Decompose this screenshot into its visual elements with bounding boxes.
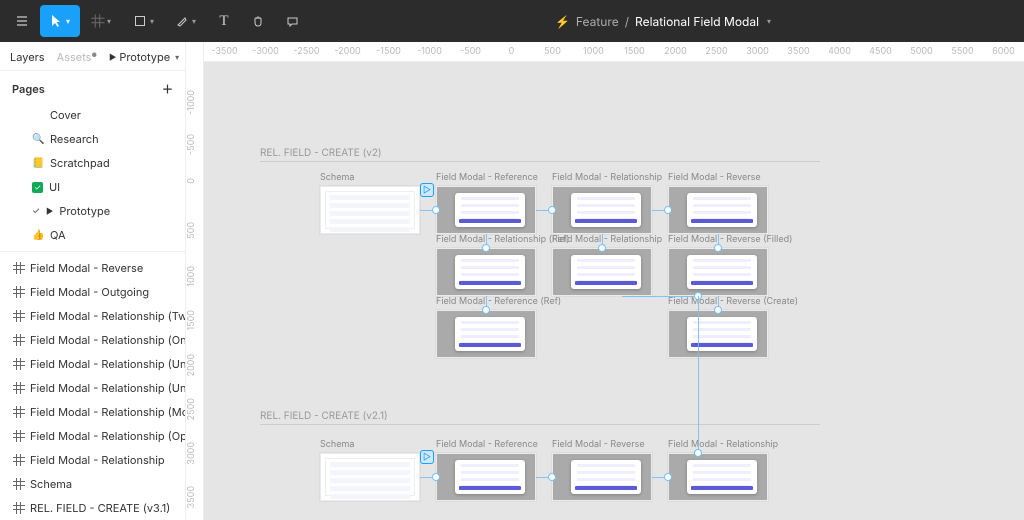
- layer-item[interactable]: REL. FIELD - CREATE (v3.1): [0, 496, 185, 520]
- chevron-down-icon: ▾: [192, 16, 196, 26]
- layer-item[interactable]: Schema: [0, 472, 185, 496]
- pen-tool[interactable]: ▾: [166, 5, 206, 37]
- frame-icon: [14, 335, 24, 345]
- tab-layers[interactable]: Layers: [10, 50, 45, 64]
- frame-label[interactable]: Field Modal - Reverse (Create): [668, 296, 798, 307]
- frame-label[interactable]: Schema: [320, 439, 354, 450]
- frame-icon: [14, 311, 24, 321]
- frame-icon: [14, 287, 24, 297]
- hand-tool[interactable]: [242, 5, 274, 37]
- canvas-frame[interactable]: [668, 453, 768, 501]
- layer-item[interactable]: Field Modal - Relationship (Model): [0, 400, 185, 424]
- breadcrumb-current[interactable]: Relational Field Modal: [635, 14, 759, 29]
- frame-icon: [14, 431, 24, 441]
- frame-label[interactable]: Field Modal - Reverse (Filled): [668, 234, 792, 245]
- frame-label[interactable]: Field Modal - Relationship: [552, 172, 662, 183]
- canvas-frame[interactable]: [668, 248, 768, 296]
- frame-label[interactable]: Field Modal - Reverse: [668, 172, 761, 183]
- pages-header: Pages: [12, 82, 45, 96]
- layer-item[interactable]: Field Modal - Outgoing: [0, 280, 185, 304]
- breadcrumb-parent[interactable]: Feature: [576, 14, 619, 29]
- pages-item[interactable]: 📒Scratchpad: [0, 151, 185, 175]
- flow-start-badge[interactable]: ▷: [420, 183, 434, 197]
- layer-item[interactable]: Field Modal - Relationship (One): [0, 328, 185, 352]
- frame-label[interactable]: Field Modal - Reference: [436, 172, 538, 183]
- tab-prototype[interactable]: ▶Prototype ▾: [109, 50, 179, 64]
- frame-label[interactable]: Field Modal - Relationship: [668, 439, 778, 450]
- ruler-vertical: -1000-5000500100015002000250030003500: [186, 42, 204, 520]
- frame-label[interactable]: Field Modal - Relationship (Ref): [436, 234, 570, 245]
- canvas-frame[interactable]: [552, 186, 652, 234]
- frame-icon: [14, 263, 24, 273]
- canvas-frame[interactable]: [436, 453, 536, 501]
- comment-tool[interactable]: [276, 5, 308, 37]
- pages-item[interactable]: Cover: [0, 103, 185, 127]
- canvas-frame[interactable]: [320, 453, 420, 501]
- layer-item[interactable]: Field Modal - Relationship (Two): [0, 304, 185, 328]
- canvas-frame[interactable]: [552, 453, 652, 501]
- frame-label[interactable]: Field Modal - Relationship: [552, 234, 662, 245]
- text-tool[interactable]: T: [208, 5, 240, 37]
- layer-item[interactable]: Field Modal - Reverse: [0, 256, 185, 280]
- layer-item[interactable]: Field Modal - Relationship: [0, 448, 185, 472]
- breadcrumb-separator: /: [625, 14, 629, 29]
- chevron-down-icon: ▾: [150, 16, 154, 26]
- layer-item[interactable]: Field Modal - Relationship (Union ...: [0, 352, 185, 376]
- menu-button[interactable]: [6, 5, 38, 37]
- frame-label[interactable]: Field Modal - Reference (Ref): [436, 296, 561, 307]
- frame-label[interactable]: Field Modal - Reference: [436, 439, 538, 450]
- frame-icon: [14, 503, 24, 513]
- chevron-down-icon[interactable]: ▾: [767, 16, 771, 26]
- pages-item[interactable]: ✓UI: [0, 175, 185, 199]
- bolt-icon: ⚡: [555, 14, 570, 29]
- tab-assets[interactable]: Assets●: [57, 50, 97, 64]
- frame-label[interactable]: Schema: [320, 172, 354, 183]
- canvas-frame[interactable]: [436, 248, 536, 296]
- canvas[interactable]: -1000-5000500100015002000250030003500 -3…: [186, 42, 1024, 520]
- canvas-frame[interactable]: [436, 186, 536, 234]
- frame-icon: [14, 407, 24, 417]
- canvas-frame[interactable]: [320, 186, 420, 234]
- shape-tool[interactable]: ▾: [124, 5, 164, 37]
- frame-icon: [14, 479, 24, 489]
- canvas-frame[interactable]: [668, 310, 768, 358]
- pages-item[interactable]: 👍QA: [0, 223, 185, 247]
- layer-item[interactable]: Field Modal - Relationship (Open): [0, 424, 185, 448]
- canvas-section-label: REL. FIELD - CREATE (v2.1): [260, 410, 388, 422]
- canvas-frame[interactable]: [552, 248, 652, 296]
- canvas-frame[interactable]: [436, 310, 536, 358]
- layer-item[interactable]: Field Modal - Relationship (Union ...: [0, 376, 185, 400]
- frame-label[interactable]: Field Modal - Reverse: [552, 439, 645, 450]
- pages-item[interactable]: ✓▶Prototype: [0, 199, 185, 223]
- pages-item[interactable]: 🔍Research: [0, 127, 185, 151]
- left-panel: Layers Assets● ▶Prototype ▾ Pages ＋ Cove…: [0, 42, 186, 520]
- canvas-frame[interactable]: [668, 186, 768, 234]
- toolbar: ▾ ▾ ▾ ▾ T ⚡ Feature / Relational Field M…: [0, 0, 1024, 42]
- viewport[interactable]: REL. FIELD - CREATE (v2) REL. FIELD - CRE…: [204, 62, 1024, 520]
- ruler-horizontal: -3500-3000-2500-2000-1500-1000-500050010…: [204, 42, 1024, 62]
- add-page-button[interactable]: ＋: [162, 81, 173, 97]
- chevron-down-icon: ▾: [107, 16, 111, 26]
- frame-icon: [14, 455, 24, 465]
- frame-tool[interactable]: ▾: [82, 5, 122, 37]
- flow-start-badge[interactable]: ▷: [420, 450, 434, 464]
- frame-icon: [14, 383, 24, 393]
- canvas-section-label: REL. FIELD - CREATE (v2): [260, 147, 382, 159]
- move-tool[interactable]: ▾: [40, 5, 80, 37]
- chevron-down-icon: ▾: [66, 16, 70, 26]
- frame-icon: [14, 359, 24, 369]
- chevron-down-icon: ▾: [175, 52, 179, 62]
